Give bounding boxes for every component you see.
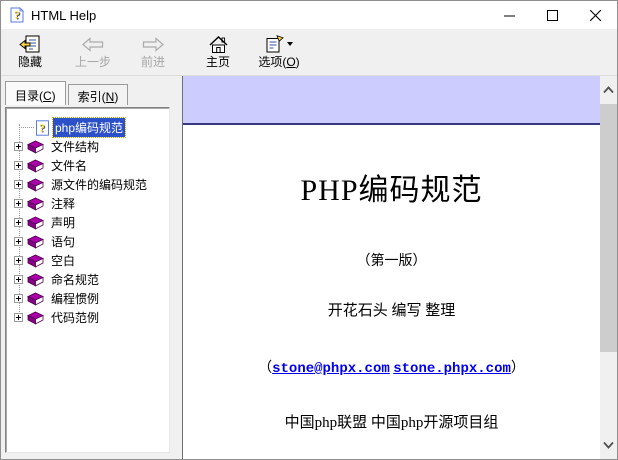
options-icon [265,33,293,55]
main-area: 目录(C) 索引(N) ? ? php编码规范 文件结构 [1,76,617,459]
organization-line: 中国php联盟 中国php开源项目组 [183,411,600,432]
document-header-banner [183,76,600,125]
chevron-up-icon [603,86,614,94]
book-icon [27,273,44,287]
back-arrow-icon [81,33,105,55]
svg-text:?: ? [14,8,20,22]
tab-index[interactable]: 索引(N) [68,84,129,105]
document-title: PHP编码规范 [183,165,600,209]
tree-item-label[interactable]: 空白 [49,251,77,270]
tree-item-source-coding-standard[interactable]: 源文件的编码规范 [6,175,169,194]
tree-item-label[interactable]: 声明 [49,213,77,232]
book-icon [27,140,44,154]
title-bar: ? ? HTML Help [1,1,617,29]
home-icon [208,33,229,55]
tree-item-code-examples[interactable]: 代码范例 [6,308,169,327]
tree-item-php-coding-standard[interactable]: ? ? php编码规范 [6,118,169,137]
options-dropdown-caret-icon [287,42,293,46]
contact-line: （stone@phpx.com stone.phpx.com） [183,357,600,377]
close-button[interactable] [574,1,617,29]
tree-connector [19,127,34,128]
expand-plus-icon[interactable] [14,294,23,303]
tree-item-declarations[interactable]: 声明 [6,213,169,232]
expand-plus-icon[interactable] [14,275,23,284]
homepage-link[interactable]: stone.phpx.com [393,361,511,377]
edition-line: （第一版） [183,250,600,270]
forward-button[interactable]: 前进 [125,32,181,74]
chevron-down-icon [603,441,614,449]
minimize-icon [504,10,515,21]
back-button[interactable]: 上一步 [65,32,121,74]
home-label: 主页 [206,55,230,69]
svg-text:?: ? [39,122,45,134]
tree-item-label[interactable]: 编程惯例 [49,289,101,308]
book-icon [27,254,44,268]
book-icon [27,311,44,325]
nav-tabs: 目录(C) 索引(N) [5,81,182,105]
author-line: 开花石头 编写 整理 [183,299,600,320]
email-link[interactable]: stone@phpx.com [272,361,390,377]
hide-label: 隐藏 [18,55,42,69]
help-page-icon: ? ? [35,120,50,136]
tree-item-label[interactable]: 源文件的编码规范 [49,175,149,194]
topic-pane: PHP编码规范 （第一版） 开花石头 编写 整理 （stone@phpx.com… [182,76,617,459]
expand-plus-icon[interactable] [14,218,23,227]
tree-item-label[interactable]: 注释 [49,194,77,213]
maximize-button[interactable] [531,1,574,29]
options-label: 选项(O) [258,55,299,69]
minimize-button[interactable] [488,1,531,29]
navigation-pane: 目录(C) 索引(N) ? ? php编码规范 文件结构 [1,76,182,459]
tree-item-label[interactable]: 代码范例 [49,308,101,327]
expand-plus-icon[interactable] [14,180,23,189]
tree-item-label[interactable]: 语句 [49,232,77,251]
tree-item-label[interactable]: 命名规范 [49,270,101,289]
tree-item-label[interactable]: 文件名 [49,156,89,175]
tree-item-programming-practices[interactable]: 编程惯例 [6,289,169,308]
scroll-up-button[interactable] [600,76,617,104]
document: PHP编码规范 （第一版） 开花石头 编写 整理 （stone@phpx.com… [183,76,600,459]
expand-plus-icon[interactable] [14,199,23,208]
back-label: 上一步 [75,55,111,69]
vertical-scrollbar[interactable] [600,76,617,459]
expand-plus-icon[interactable] [14,256,23,265]
book-icon [27,178,44,192]
book-icon [27,292,44,306]
home-button[interactable]: 主页 [195,32,241,74]
window-title: HTML Help [31,8,96,23]
scrollbar-track[interactable] [600,104,617,431]
expand-plus-icon[interactable] [14,237,23,246]
tab-contents[interactable]: 目录(C) [5,81,66,105]
book-icon [27,197,44,211]
book-icon [27,216,44,230]
tree-item-label[interactable]: 文件结构 [49,137,101,156]
options-button[interactable]: 选项(O) [249,32,309,74]
book-icon [27,159,44,173]
tree-item-whitespace[interactable]: 空白 [6,251,169,270]
maximize-icon [547,10,558,21]
html-help-window: ? ? HTML Help [0,0,618,460]
book-icon [27,235,44,249]
scroll-down-button[interactable] [600,431,617,459]
tree-item-comments[interactable]: 注释 [6,194,169,213]
expand-plus-icon[interactable] [14,161,23,170]
expand-plus-icon[interactable] [14,313,23,322]
expand-plus-icon[interactable] [14,142,23,151]
close-icon [590,10,601,21]
hide-pane-icon [19,33,41,55]
toolbar: 隐藏 上一步 前进 [1,29,617,76]
hide-button[interactable]: 隐藏 [7,32,53,74]
contents-tree: ? ? php编码规范 文件结构 文件名 [5,107,170,453]
tree-item-label[interactable]: php编码规范 [53,118,125,137]
tree-item-file-structure[interactable]: 文件结构 [6,137,169,156]
scrollbar-thumb[interactable] [600,104,617,352]
tree-item-statements[interactable]: 语句 [6,232,169,251]
forward-arrow-icon [141,33,165,55]
help-app-icon: ? ? [9,7,25,23]
tree-item-file-name[interactable]: 文件名 [6,156,169,175]
tree-item-naming-conventions[interactable]: 命名规范 [6,270,169,289]
forward-label: 前进 [141,55,165,69]
